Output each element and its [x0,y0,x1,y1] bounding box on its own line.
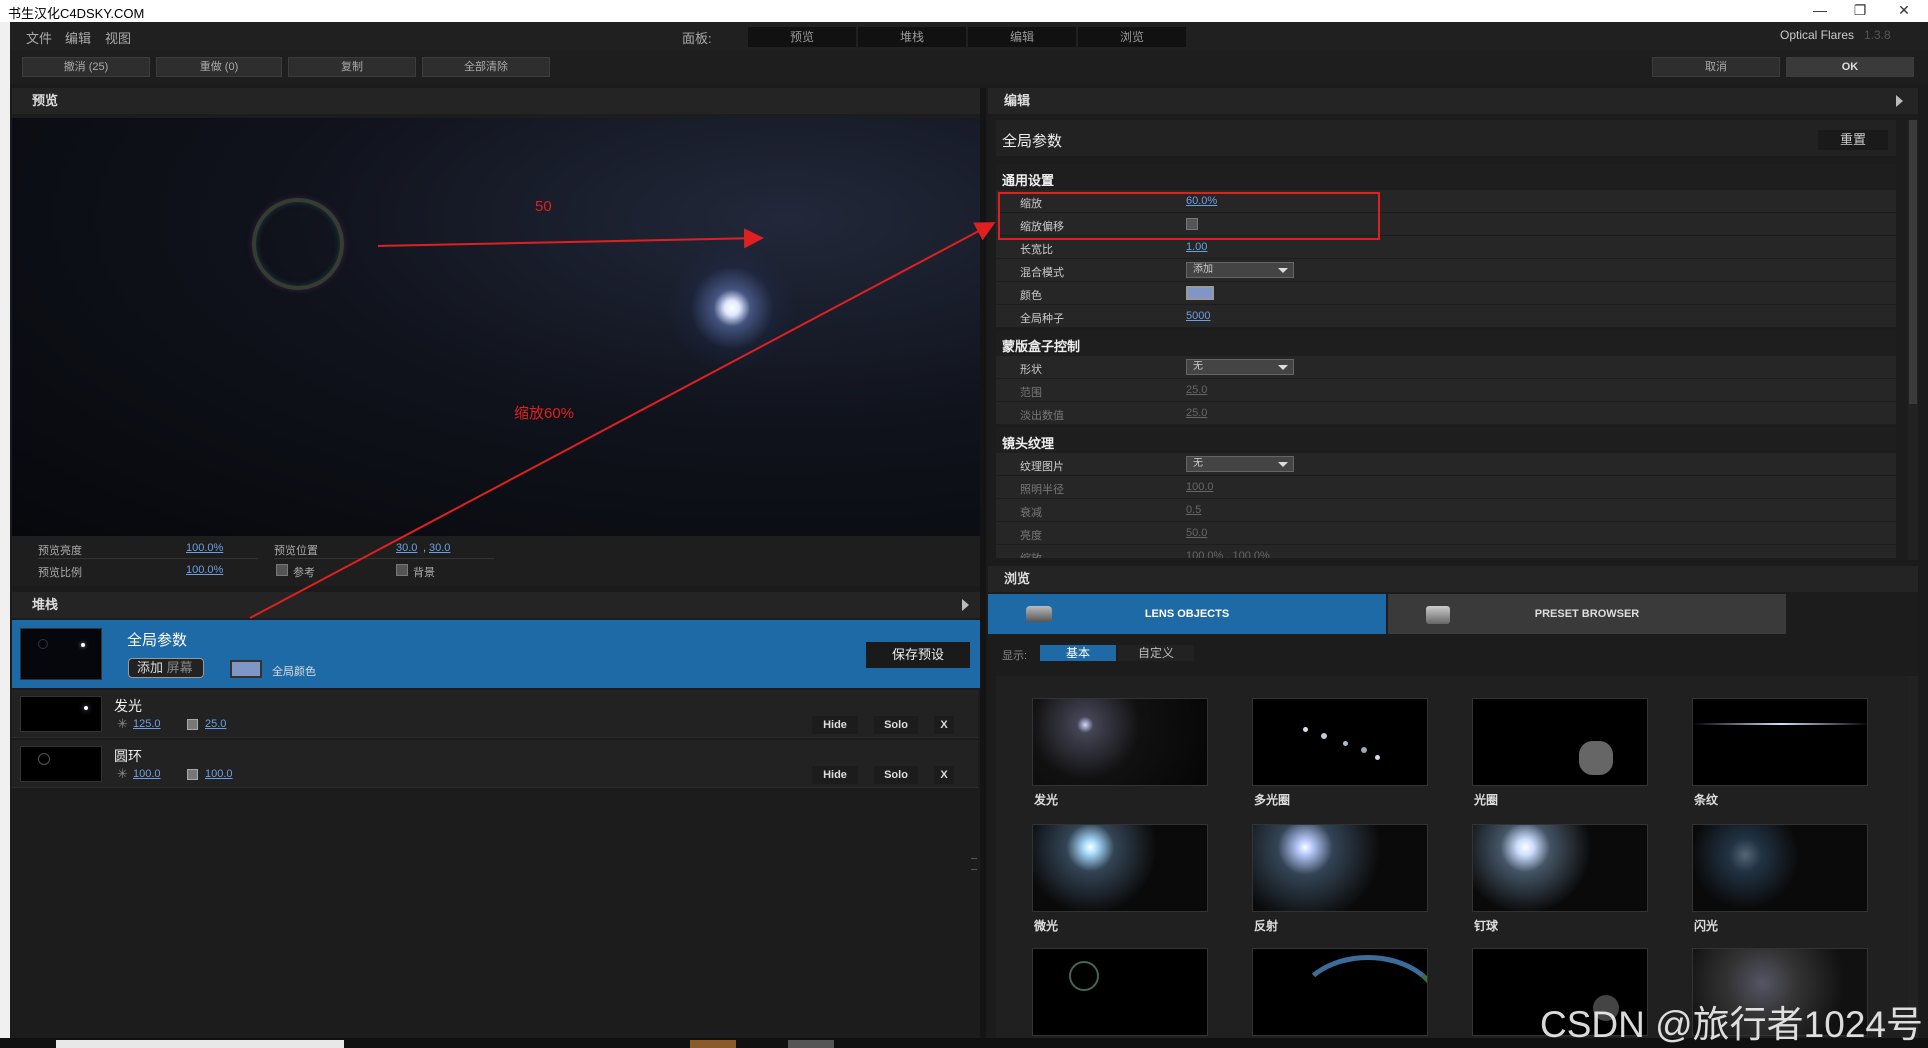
watermark: CSDN @旅行者1024号 [1540,1004,1923,1045]
app-window: 书生汉化C4DSKY.COM — ❐ ✕ 文件 编辑 视图 面板: Optica… [0,0,1928,1048]
annotation-arrow-scale [249,222,996,619]
taskbar-item[interactable] [56,1040,344,1048]
annotation-label-scale: 缩放60% [514,405,575,422]
annotation-arrow-glow [377,228,764,249]
annotation-overlay [249,222,996,619]
annotation-label-50: 50 [535,198,552,215]
taskbar-item[interactable] [690,1040,736,1048]
taskbar-item[interactable] [788,1040,834,1048]
